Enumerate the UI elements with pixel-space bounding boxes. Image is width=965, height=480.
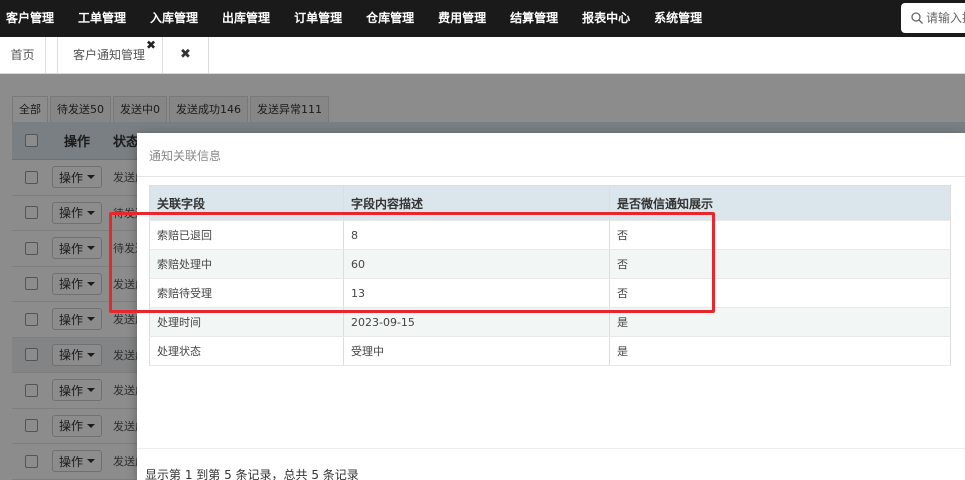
column-header-wechat: 是否微信通知展示 bbox=[609, 185, 951, 221]
cell-desc: 60 bbox=[343, 249, 610, 279]
divider bbox=[137, 176, 965, 177]
notice-info-modal: 通知关联信息 关联字段 字段内容描述 是否微信通知展示 索赔已退回 8 否 索赔… bbox=[137, 133, 965, 480]
table-row: 索赔待受理 13 否 bbox=[149, 278, 951, 308]
nav-item-report[interactable]: 报表中心 bbox=[570, 0, 642, 37]
page-tab-bar: 首页 客户通知管理 ✖ ✖ bbox=[0, 37, 965, 74]
cell-wechat: 否 bbox=[609, 249, 951, 279]
cell-field: 索赔处理中 bbox=[149, 249, 344, 279]
pagination-info: 显示第 1 到第 5 条记录，总共 5 条记录 bbox=[145, 468, 359, 480]
close-all-tabs-icon[interactable]: ✖ bbox=[163, 37, 209, 73]
cell-wechat: 是 bbox=[609, 307, 951, 337]
column-header-desc: 字段内容描述 bbox=[343, 185, 610, 221]
modal-title: 通知关联信息 bbox=[149, 149, 222, 163]
nav-item-warehouse[interactable]: 仓库管理 bbox=[354, 0, 426, 37]
nav-item-fee[interactable]: 费用管理 bbox=[426, 0, 498, 37]
tab-home[interactable]: 首页 bbox=[0, 37, 46, 73]
divider bbox=[137, 448, 965, 449]
nav-item-workorder[interactable]: 工单管理 bbox=[66, 0, 138, 37]
close-icon[interactable]: ✖ bbox=[146, 27, 156, 63]
table-row: 处理时间 2023-09-15 是 bbox=[149, 307, 951, 337]
column-header-field: 关联字段 bbox=[149, 185, 344, 221]
tab-customer-notice-label: 客户通知管理 bbox=[73, 48, 146, 62]
search-box bbox=[901, 3, 965, 33]
search-input[interactable] bbox=[926, 11, 965, 25]
cell-desc: 8 bbox=[343, 220, 610, 250]
nav-item-order[interactable]: 订单管理 bbox=[282, 0, 354, 37]
cell-field: 索赔已退回 bbox=[149, 220, 344, 250]
top-navigation: 客户管理 工单管理 入库管理 出库管理 订单管理 仓库管理 费用管理 结算管理 … bbox=[0, 0, 965, 37]
cell-field: 索赔待受理 bbox=[149, 278, 344, 308]
cell-desc: 受理中 bbox=[343, 336, 610, 366]
table-row: 索赔已退回 8 否 bbox=[149, 220, 951, 250]
tab-customer-notice[interactable]: 客户通知管理 ✖ bbox=[57, 37, 163, 73]
cell-desc: 13 bbox=[343, 278, 610, 308]
cell-desc: 2023-09-15 bbox=[343, 307, 610, 337]
nav-item-settlement[interactable]: 结算管理 bbox=[498, 0, 570, 37]
info-header-row: 关联字段 字段内容描述 是否微信通知展示 bbox=[149, 185, 951, 221]
nav-item-customer[interactable]: 客户管理 bbox=[0, 0, 66, 37]
nav-item-outbound[interactable]: 出库管理 bbox=[210, 0, 282, 37]
cell-field: 处理状态 bbox=[149, 336, 344, 366]
table-row: 索赔处理中 60 否 bbox=[149, 249, 951, 279]
cell-wechat: 是 bbox=[609, 336, 951, 366]
notice-info-table: 关联字段 字段内容描述 是否微信通知展示 索赔已退回 8 否 索赔处理中 60 … bbox=[149, 185, 951, 366]
cell-wechat: 否 bbox=[609, 220, 951, 250]
cell-wechat: 否 bbox=[609, 278, 951, 308]
cell-field: 处理时间 bbox=[149, 307, 344, 337]
nav-item-system[interactable]: 系统管理 bbox=[642, 0, 714, 37]
table-row: 处理状态 受理中 是 bbox=[149, 336, 951, 366]
search-icon bbox=[911, 12, 923, 24]
